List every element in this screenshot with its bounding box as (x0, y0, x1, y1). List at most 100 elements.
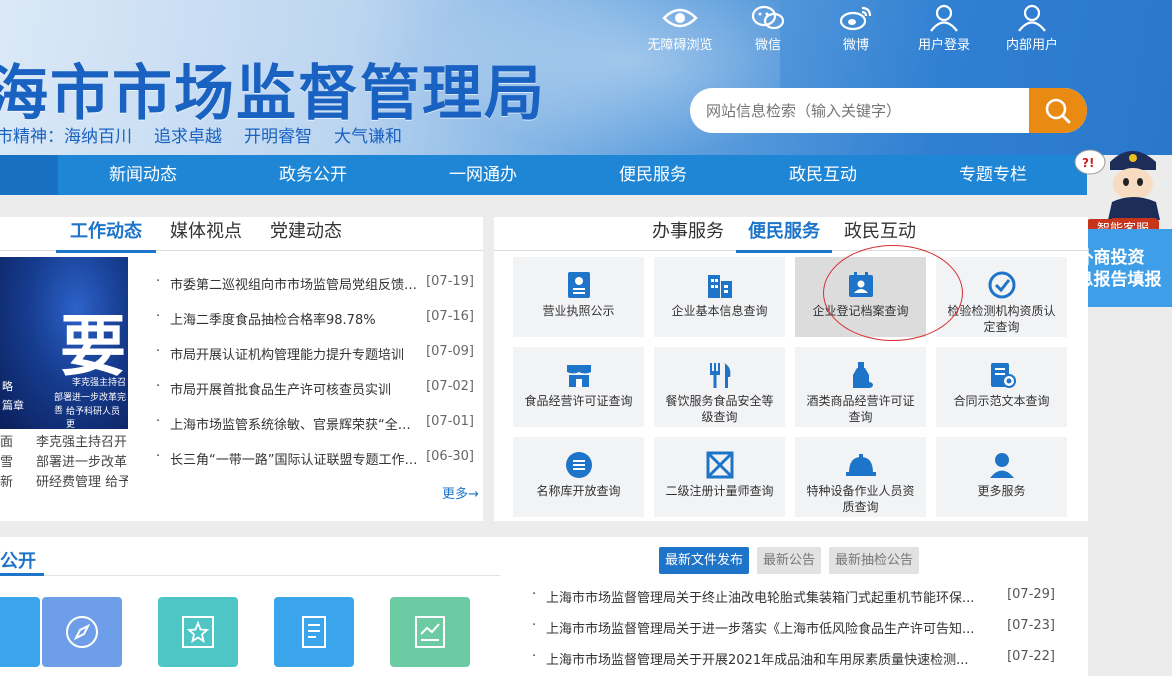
service-tile-food-license[interactable]: 食品经营许可证查询 (513, 347, 644, 427)
tile-label: 企业登记档案查询 (812, 304, 909, 318)
bottle-icon (852, 362, 873, 388)
document-item[interactable]: 上海市市场监督管理局关于开展2021年成品油和车用尿素质量快速检测... [07-… (530, 649, 1055, 676)
license-icon (567, 272, 590, 298)
building-icon (707, 275, 732, 298)
news-tabs: 工作动态 媒体视点 党建动态 (56, 217, 356, 253)
weibo-label: 微博 (842, 38, 869, 53)
document-title: 上海市市场监督管理局关于开展2021年成品油和车用尿素质量快速检测... (530, 649, 991, 676)
news-list: 市委第二巡视组向市市场监管局党组反馈巡视情况 [07-19] 上海二季度食品抽检合… (156, 274, 474, 484)
service-tile-liquor-license[interactable]: 酒类商品经营许可证查询 (795, 347, 926, 427)
tile-label: 营业执照公示 (542, 304, 615, 318)
caption-line: 部署进一步改革 (36, 455, 128, 470)
service-tile-catering-safety[interactable]: 餐饮服务食品安全等级查询 (654, 347, 785, 427)
search-input[interactable] (706, 88, 1026, 133)
document-icon (302, 616, 326, 648)
service-tile-license[interactable]: 营业执照公示 (513, 257, 644, 337)
weibo-icon (839, 6, 872, 31)
person-icon (989, 453, 1014, 478)
user-login-label: 用户登录 (917, 38, 970, 53)
news-title: 市委第二巡视组向市市场监管局党组反馈巡视情况 (156, 274, 422, 309)
contract-icon (990, 363, 1016, 388)
tile-label: 特种设备作业人员资质查询 (806, 484, 915, 514)
slide-image[interactable]: 要 李克强主持召 部署进一步改革完善 给予科研人员更 略 篇章 (0, 257, 128, 429)
service-tile-testing-qualification[interactable]: 检验检测机构资质认定查询 (936, 257, 1067, 337)
document-date: [07-22] (1007, 649, 1055, 664)
caption-line: 雪 (0, 455, 14, 470)
document-date: [07-29] (1007, 587, 1055, 602)
internal-user-button[interactable]: 内部用户 (988, 4, 1076, 53)
slide-edge-text: 篇章 (2, 399, 24, 412)
news-item[interactable]: 上海市场监管系统徐敏、官景辉荣获“全国优秀共产党员” [07-01] (156, 414, 474, 449)
compass-icon (66, 616, 98, 648)
tile-label: 食品经营许可证查询 (524, 394, 633, 408)
tile-label: 合同示范文本查询 (953, 394, 1050, 408)
tile-label: 名称库开放查询 (536, 484, 621, 498)
service-tile-metrologist[interactable]: 二级注册计量师查询 (654, 437, 785, 517)
search-button[interactable] (1029, 88, 1087, 133)
tab-party[interactable]: 党建动态 (256, 217, 356, 253)
public-tile-compass[interactable] (42, 597, 122, 667)
tab-media[interactable]: 媒体视点 (156, 217, 256, 253)
tab-latest-files[interactable]: 最新文件发布 (659, 547, 750, 574)
nav-item-one-network[interactable]: 一网通办 (398, 155, 568, 195)
news-date: [07-09] (426, 344, 474, 359)
news-item[interactable]: 上海二季度食品抽检合格率98.78% [07-16] (156, 309, 474, 344)
caption-line: 面 (0, 435, 14, 450)
user-login-button[interactable]: 用户登录 (900, 4, 988, 53)
news-item[interactable]: 长三角“一带一路”国际认证联盟专题工作会议召开 [06-30] (156, 449, 474, 484)
news-slider[interactable]: 要 李克强主持召 部署进一步改革完善 给予科研人员更 略 篇章 面 雪 新 李克… (0, 257, 128, 491)
news-date: [06-30] (426, 449, 474, 464)
public-tile-partial[interactable] (0, 597, 40, 667)
news-date: [07-16] (426, 309, 474, 324)
wechat-button[interactable]: 微信 (724, 4, 812, 53)
tile-label: 二级注册计量师查询 (665, 484, 774, 498)
services-panel: 办事服务 便民服务 政民互动 营业执照公示 企业基本信息查询 企业登记档案查询 … (494, 217, 1088, 521)
wechat-label: 微信 (754, 38, 781, 53)
service-tile-more[interactable]: 更多服务 (936, 437, 1067, 517)
service-tile-contract-template[interactable]: 合同示范文本查询 (936, 347, 1067, 427)
service-tile-company-info[interactable]: 企业基本信息查询 (654, 257, 785, 337)
slide-edge-text: 略 (2, 380, 13, 393)
document-item[interactable]: 上海市市场监督管理局关于进一步落实《上海市低风险食品生产许可告知... [07-2… (530, 618, 1055, 649)
document-title: 上海市市场监督管理局关于终止油改电轮胎式集装箱门式起重机节能环保... (530, 587, 991, 618)
caption-line: 新 (0, 475, 14, 490)
service-tile-registration-archive[interactable]: 企业登记档案查询 (795, 257, 926, 337)
public-info-panel: 公开 最新文件发布 最新公告 最新抽检公告 上海市市场监督管理局关于终止油改电轮… (0, 537, 1088, 676)
news-item[interactable]: 市局开展认证机构管理能力提升专题培训 [07-09] (156, 344, 474, 379)
more-link[interactable]: 更多→ (442, 483, 479, 502)
service-tile-special-equipment[interactable]: 特种设备作业人员资质查询 (795, 437, 926, 517)
caption-line: 李克强主持召开 (36, 435, 128, 450)
service-tile-name-library[interactable]: 名称库开放查询 (513, 437, 644, 517)
tab-convenience[interactable]: 便民服务 (736, 217, 832, 253)
nav-home-block[interactable] (0, 155, 58, 195)
tab-latest-inspections[interactable]: 最新抽检公告 (829, 547, 920, 574)
tab-affairs[interactable]: 办事服务 (640, 217, 736, 253)
news-item[interactable]: 市局开展首批食品生产许可核查员实训 [07-02] (156, 379, 474, 414)
news-item[interactable]: 市委第二巡视组向市市场监管局党组反馈巡视情况 [07-19] (156, 274, 474, 309)
tab-interaction[interactable]: 政民互动 (832, 217, 928, 253)
news-panel: 工作动态 媒体视点 党建动态 要 李克强主持召 部署进一步改革完善 给予科研人员… (0, 217, 483, 521)
internal-user-label: 内部用户 (1005, 38, 1058, 53)
public-tile-document[interactable] (274, 597, 354, 667)
eye-icon (662, 8, 698, 28)
chart-doc-icon (415, 616, 445, 648)
check-badge-icon (988, 271, 1015, 299)
shop-icon (566, 365, 591, 387)
tile-label: 餐饮服务食品安全等级查询 (665, 394, 774, 424)
tab-latest-notices[interactable]: 最新公告 (757, 547, 822, 574)
nav-item-special-topics[interactable]: 专题专栏 (908, 155, 1078, 195)
wechat-icon (751, 5, 785, 30)
news-title: 市局开展首批食品生产许可核查员实训 (156, 379, 422, 414)
public-tile-star[interactable] (158, 597, 238, 667)
nav-item-gov-affairs[interactable]: 政务公开 (228, 155, 398, 195)
document-item[interactable]: 上海市市场监督管理局关于终止油改电轮胎式集装箱门式起重机节能环保... [07-2… (530, 587, 1055, 618)
nav-item-news[interactable]: 新闻动态 (58, 155, 228, 195)
nav-item-interaction[interactable]: 政民互动 (738, 155, 908, 195)
document-tabs: 最新文件发布 最新公告 最新抽检公告 (659, 547, 927, 574)
weibo-button[interactable]: 微博 (812, 4, 900, 53)
main-nav: 新闻动态 政务公开 一网通办 便民服务 政民互动 专题专栏 (0, 155, 1087, 195)
nav-item-public-services[interactable]: 便民服务 (568, 155, 738, 195)
tab-work-news[interactable]: 工作动态 (56, 217, 156, 253)
public-tile-chart[interactable] (390, 597, 470, 667)
accessibility-button[interactable]: 无障碍浏览 (636, 4, 724, 53)
